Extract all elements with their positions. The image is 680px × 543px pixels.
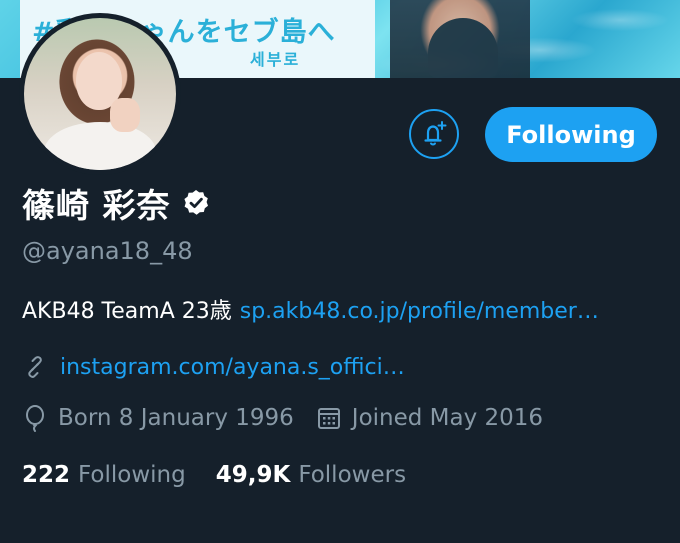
verified-badge-icon <box>183 190 208 215</box>
notifications-button[interactable] <box>409 109 459 159</box>
balloon-icon <box>26 405 44 432</box>
banner-photo <box>390 0 530 78</box>
banner-swimsuit <box>428 18 498 78</box>
bio-link[interactable]: sp.akb48.co.jp/profile/member… <box>240 299 599 324</box>
following-stat[interactable]: 222 Following <box>22 462 186 488</box>
birthdate-item: Born 8 January 1996 <box>22 404 294 432</box>
website-link[interactable]: instagram.com/ayana.s_offici… <box>60 355 405 380</box>
following-label: Following <box>78 462 186 488</box>
avatar-hand <box>110 98 140 132</box>
calendar-icon <box>317 408 340 429</box>
link-icon <box>28 356 42 378</box>
joined-text: Joined May 2016 <box>351 405 544 431</box>
followers-stat[interactable]: 49,9K Followers <box>216 462 406 488</box>
banner-subtitle: 세부로 <box>250 50 301 69</box>
meta-row: Born 8 January 1996 Joined May 2016 <box>22 404 543 432</box>
display-name: 篠崎 彩奈 <box>22 186 171 225</box>
name-row: 篠崎 彩奈 <box>22 181 211 225</box>
followers-count: 49,9K <box>215 462 291 488</box>
bell-plus-icon <box>424 121 447 146</box>
birthdate-text: Born 8 January 1996 <box>58 405 294 431</box>
avatar-shirt <box>44 122 156 170</box>
following-button[interactable]: Following <box>485 107 657 162</box>
followers-label: Followers <box>298 462 407 488</box>
user-handle: @ayana18_48 <box>22 237 193 265</box>
avatar-image <box>24 18 176 170</box>
joined-item: Joined May 2016 <box>316 405 543 431</box>
bio-text: AKB48 TeamA 23歳 <box>22 299 232 324</box>
follow-stats: 222 Following 49,9K Followers <box>22 462 406 488</box>
avatar[interactable] <box>19 13 181 175</box>
website-row: instagram.com/ayana.s_offici… <box>22 354 405 380</box>
bio: AKB48 TeamA 23歳 sp.akb48.co.jp/profile/me… <box>22 293 599 325</box>
following-count: 222 <box>22 462 71 488</box>
